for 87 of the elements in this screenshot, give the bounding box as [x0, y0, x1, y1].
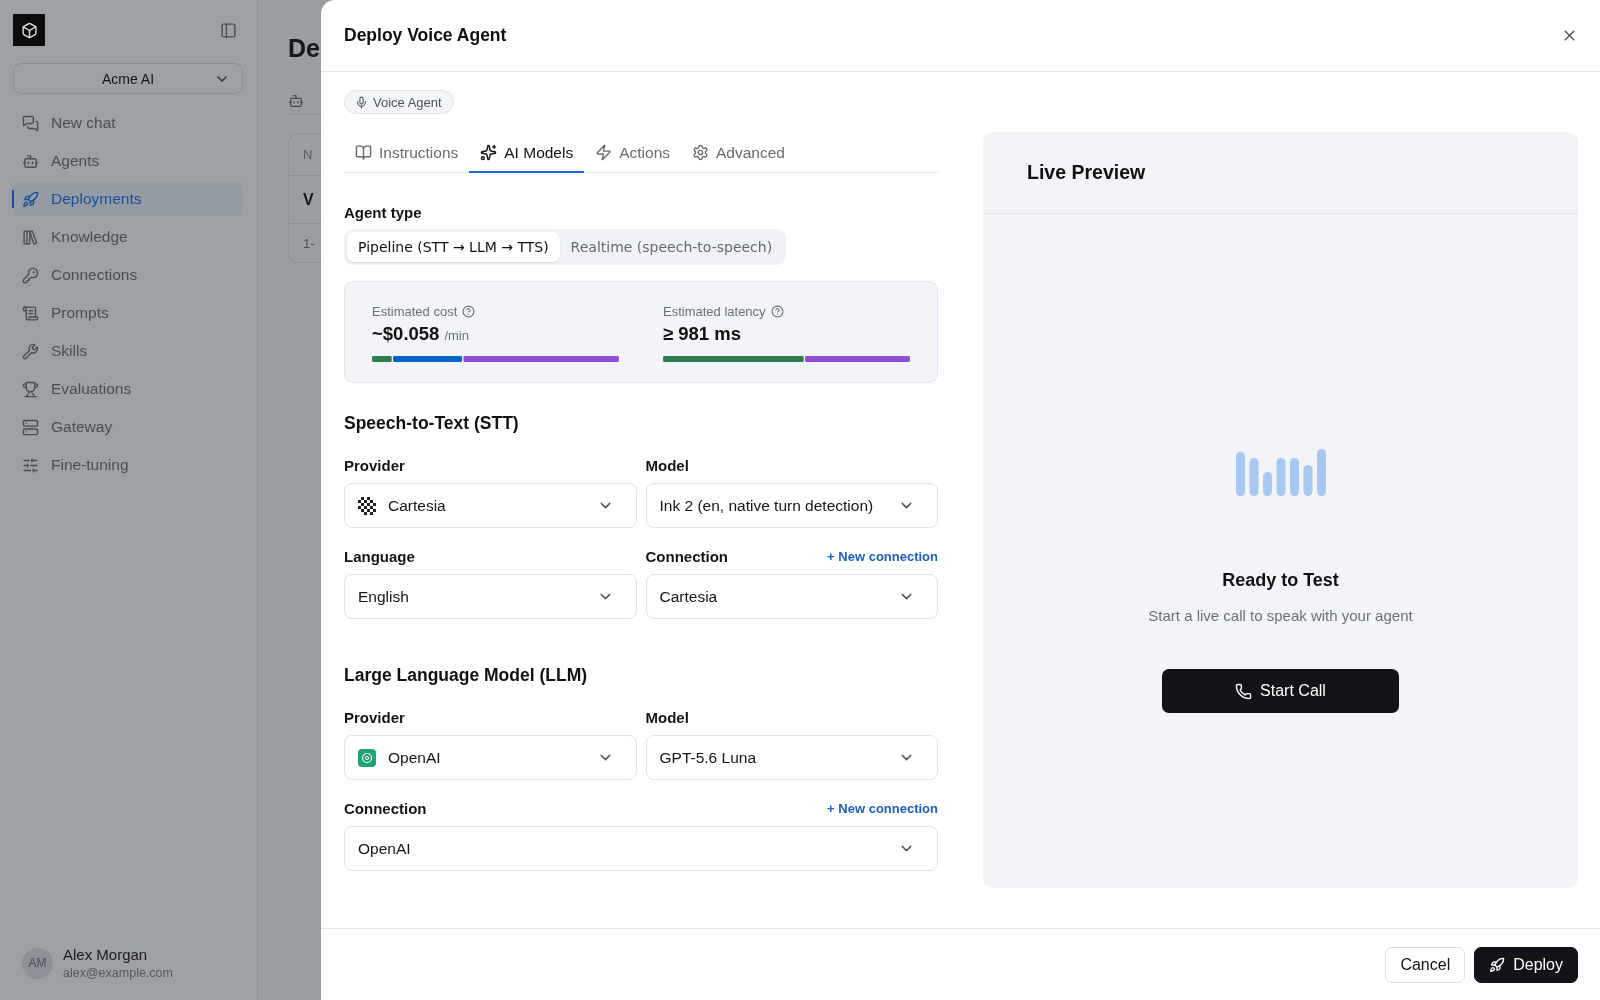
sidebar-item-label: Evaluations — [51, 380, 132, 398]
dialog-title: Deploy Voice Agent — [344, 25, 507, 46]
flower-logo-icon — [358, 748, 376, 767]
server-icon — [22, 418, 39, 436]
sidebar-item[interactable]: Prompts — [13, 296, 243, 330]
robot-icon — [288, 93, 304, 109]
sidebar-item-label: New chat — [51, 114, 116, 132]
field-label: Model — [645, 709, 689, 726]
help-icon[interactable] — [462, 305, 476, 318]
new-connection-link[interactable]: + New connection — [827, 801, 938, 816]
chat-icon — [22, 114, 39, 132]
lightning-icon — [595, 144, 613, 161]
segment-option[interactable]: Pipeline (STT → LLM → TTS) — [347, 232, 560, 262]
field-label: Model — [645, 457, 689, 474]
settings-icon — [692, 144, 710, 161]
page-title: De — [288, 34, 321, 63]
cancel-button[interactable]: Cancel — [1385, 946, 1466, 983]
sliders-icon — [22, 456, 39, 474]
robot-icon — [22, 152, 39, 170]
phone-icon — [1235, 682, 1253, 700]
sidebar-item[interactable]: Fine-tuning — [13, 448, 243, 482]
segment-option[interactable]: Realtime (speech-to-speech) — [559, 232, 784, 262]
estimate-value: ≥ 981 ms — [663, 323, 742, 345]
field-label: Language — [344, 548, 415, 565]
preview-heading: Ready to Test — [1222, 570, 1339, 591]
sidebar-item-label: Fine-tuning — [51, 456, 129, 474]
new-connection-link[interactable]: + New connection — [827, 549, 938, 564]
sidebar-item[interactable]: Evaluations — [13, 372, 243, 406]
estimate-label: Estimated latency — [663, 304, 766, 319]
sidebar-item-label: Skills — [51, 342, 88, 360]
sidebar-item[interactable]: Gateway — [13, 410, 243, 444]
estimate-label: Estimated cost — [372, 304, 458, 319]
section-title: Large Language Model (LLM) — [344, 665, 589, 686]
library-icon — [22, 228, 39, 246]
field-label: Provider — [344, 709, 405, 726]
field-label: Connection — [344, 800, 427, 817]
agent-badge: Voice Agent — [344, 90, 454, 114]
sidebar-item[interactable]: New chat — [13, 106, 243, 140]
table-footer: 1- — [289, 224, 321, 262]
preview-subtitle: Start a live call to speak with your agent — [1148, 607, 1413, 624]
select-field[interactable]: Ink 2 (en, native turn detection) — [645, 483, 938, 528]
tab[interactable]: Advanced — [681, 134, 796, 173]
select-field[interactable]: OpenAI — [344, 735, 637, 780]
select-field[interactable]: Cartesia — [645, 574, 938, 619]
microphone-icon — [355, 95, 368, 109]
section-title: Speech-to-Text (STT) — [344, 413, 520, 434]
checker-logo-icon — [358, 496, 376, 515]
start-call-button[interactable]: Start Call — [1162, 669, 1399, 713]
sidebar-item[interactable]: Connections — [13, 258, 243, 292]
estimate-unit: /min — [444, 328, 469, 343]
sidebar-item[interactable]: Skills — [13, 334, 243, 368]
tab[interactable]: Actions — [584, 134, 682, 173]
sidebar-item[interactable]: Agents — [13, 144, 243, 178]
user-email: alex@example.com — [63, 966, 173, 980]
sparkles-icon — [480, 144, 498, 161]
help-icon[interactable] — [770, 305, 784, 318]
field-label: Provider — [344, 457, 405, 474]
scroll-icon — [22, 304, 39, 322]
book-icon — [355, 144, 372, 161]
sidebar-item-label: Deployments — [51, 190, 142, 208]
sound-wave-icon — [1235, 448, 1326, 498]
select-field[interactable]: Cartesia — [344, 483, 637, 528]
estimate-value: ~$0.058 — [372, 323, 440, 345]
rocket-icon — [1489, 956, 1506, 973]
sidebar-item-label: Connections — [51, 266, 138, 284]
sidebar-item-label: Prompts — [51, 304, 109, 322]
key-icon — [22, 266, 39, 284]
user-name: Alex Morgan — [63, 946, 149, 963]
tab[interactable]: Instructions — [344, 134, 470, 173]
field-label: Connection — [645, 548, 728, 565]
sidebar-toggle-icon[interactable] — [220, 21, 237, 39]
trophy-icon — [22, 380, 39, 398]
workspace-select[interactable]: Acme AI — [13, 63, 243, 94]
sidebar-item[interactable]: Knowledge — [13, 220, 243, 254]
field-label: Agent type — [344, 204, 423, 221]
select-field[interactable]: English — [344, 574, 637, 619]
select-field[interactable]: GPT-5.6 Luna — [645, 735, 938, 780]
rocket-icon — [22, 190, 39, 208]
wrench-icon — [22, 342, 39, 360]
sidebar-item-label: Gateway — [51, 418, 113, 436]
app-logo[interactable] — [13, 14, 45, 46]
tab[interactable]: AI Models — [469, 134, 585, 173]
select-field[interactable]: OpenAI — [344, 826, 938, 871]
preview-title: Live Preview — [1027, 161, 1146, 184]
deploy-button[interactable]: Deploy — [1474, 946, 1578, 983]
sidebar-item-label: Knowledge — [51, 228, 128, 246]
sidebar-item-label: Agents — [51, 152, 100, 170]
